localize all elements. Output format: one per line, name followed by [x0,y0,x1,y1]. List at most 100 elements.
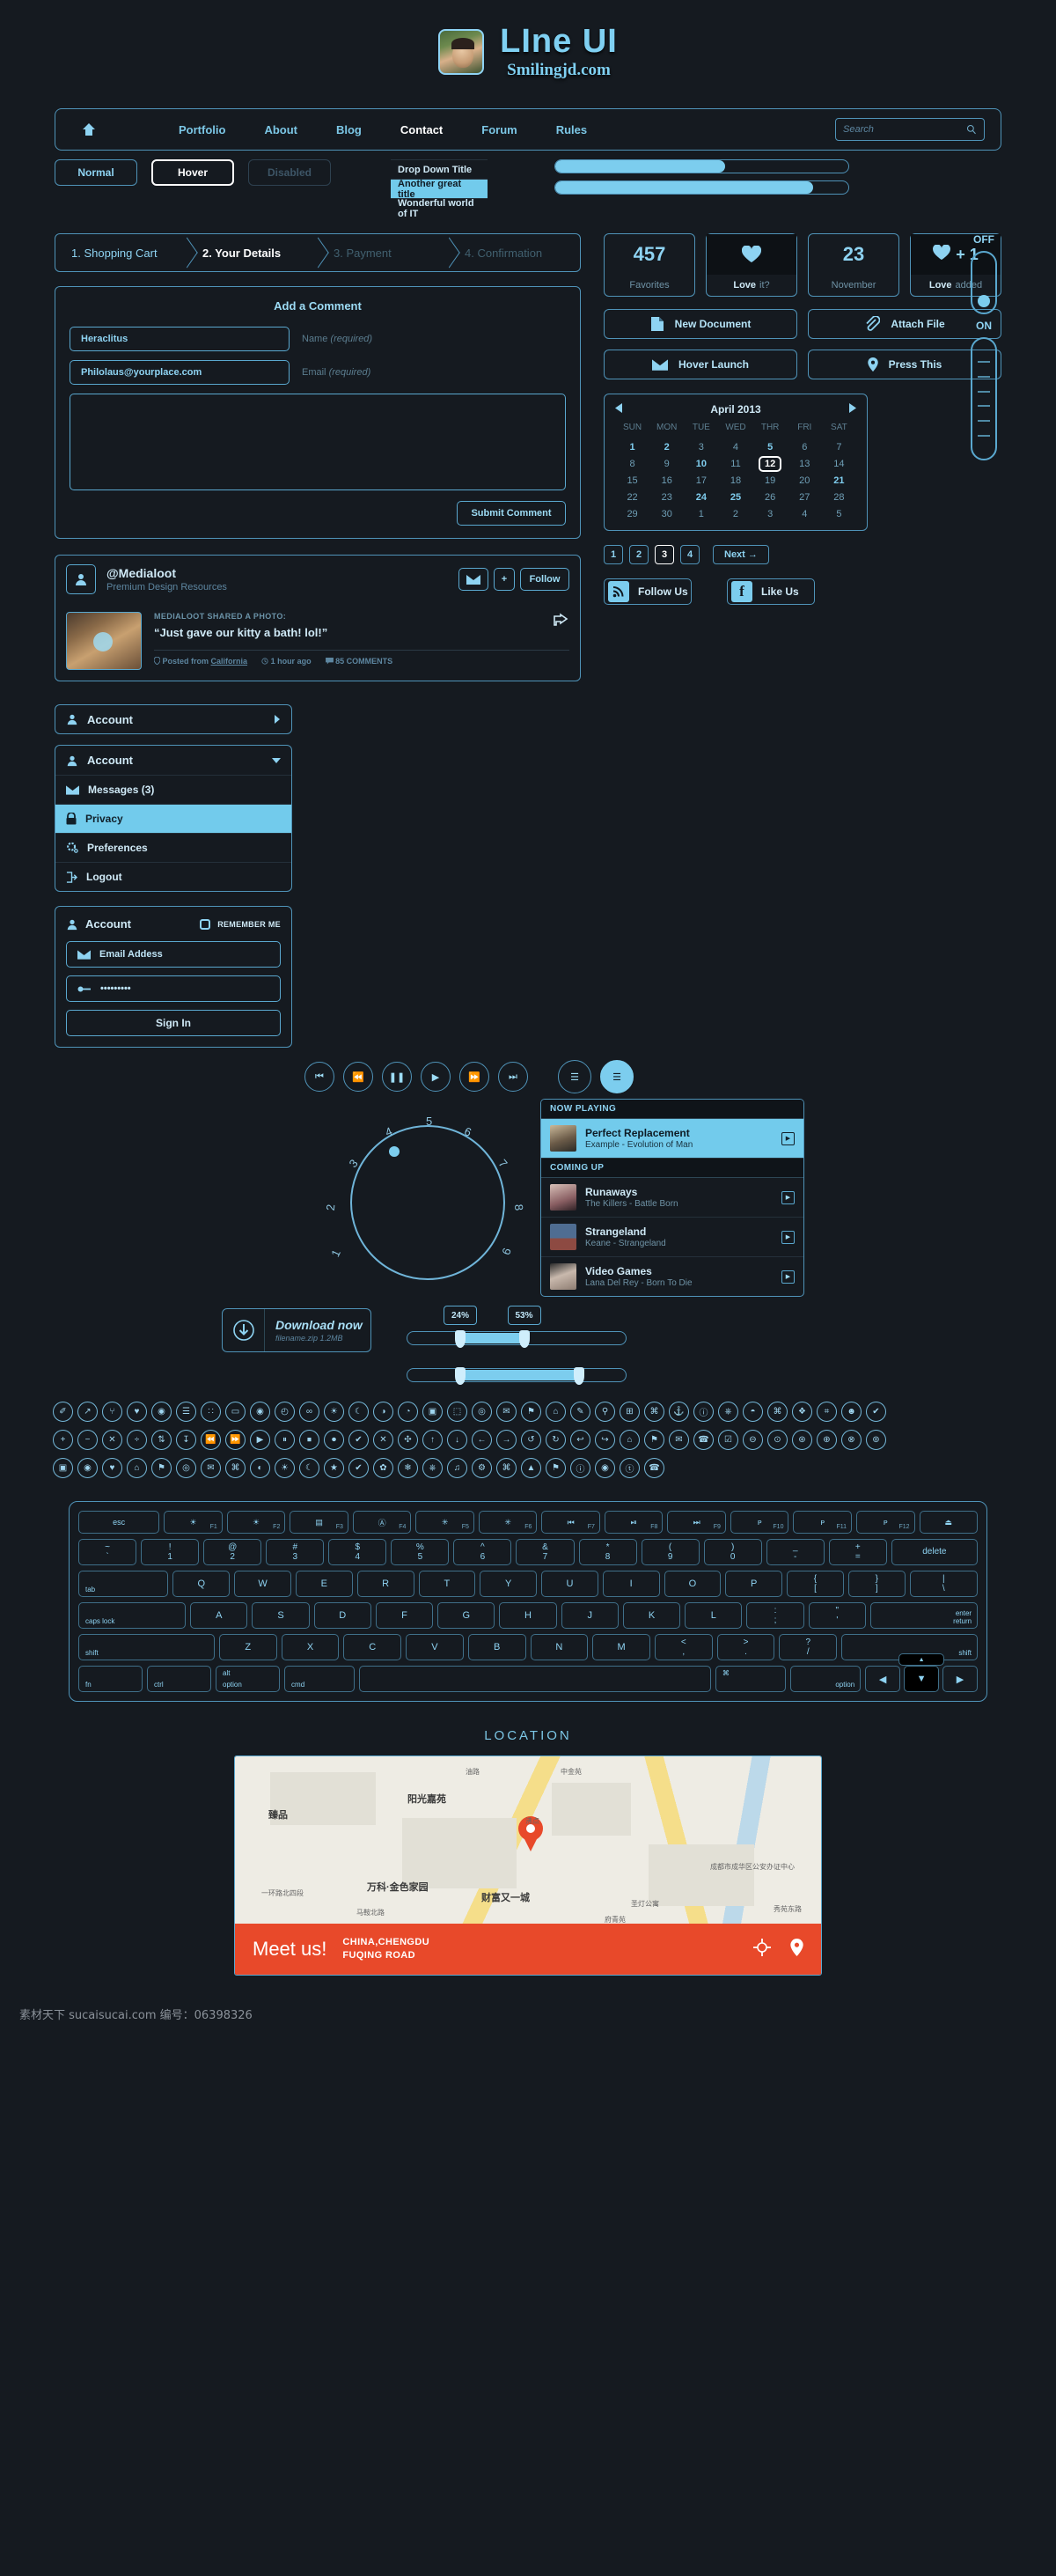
calendar-day[interactable]: 27 [788,492,822,503]
calendar-day[interactable]: 19 [753,475,788,486]
key-[interactable]: {[ [787,1571,844,1597]
library-icon-1-8[interactable]: ▶ [250,1430,270,1450]
key-[interactable]: ⏏ [919,1511,979,1534]
home-icon[interactable] [71,122,106,136]
playlist-row[interactable]: Runaways The Killers - Battle Born ▶ [541,1178,803,1218]
key-q[interactable]: Q [172,1571,231,1597]
key-s[interactable]: S [252,1602,310,1629]
calendar-prev-button[interactable] [615,403,623,416]
key-f[interactable]: F [375,1602,434,1629]
search-input[interactable]: Search [835,118,985,141]
library-icon-2-12[interactable]: ✔ [348,1458,369,1478]
library-icon-2-4[interactable]: ⚑ [151,1458,172,1478]
calendar-day[interactable]: 6 [788,442,822,453]
range-slider-1[interactable]: 24% 53% [407,1306,627,1348]
menu-item-messages[interactable]: Messages (3) [55,775,291,804]
account-menu-collapsed[interactable]: Account [55,704,292,734]
calendar-day[interactable]: 10 [684,459,718,469]
library-icon-2-18[interactable]: ⌘ [496,1458,517,1478]
dropdown-menu[interactable]: Drop Down Title Another great title Wond… [391,159,488,219]
key-r[interactable]: R [356,1571,414,1597]
calendar-day[interactable]: 18 [718,475,752,486]
library-icon-2-0[interactable]: ▣ [53,1458,73,1478]
library-icon-0-18[interactable]: ✉ [496,1402,517,1422]
library-icon-1-16[interactable]: ↓ [447,1430,467,1450]
library-icon-0-17[interactable]: ◎ [472,1402,492,1422]
library-icon-2-3[interactable]: ⌂ [127,1458,147,1478]
normal-button[interactable]: Normal [55,159,137,186]
library-icon-2-24[interactable]: ☎ [644,1458,664,1478]
key-[interactable]: }] [847,1571,906,1597]
key-[interactable]: ? / [779,1634,838,1660]
library-icon-0-14[interactable]: ◔ [398,1402,418,1422]
list-icon[interactable]: ☰ [558,1060,591,1093]
library-icon-1-1[interactable]: − [77,1430,98,1450]
calendar-day[interactable]: 20 [788,475,822,486]
key-k[interactable]: K [622,1602,681,1629]
key-i[interactable]: I [602,1571,660,1597]
play-icon[interactable]: ▶ [781,1230,795,1244]
key-ctrl[interactable]: ctrl [147,1666,212,1692]
download-button[interactable]: Download now filename.zip 1.2MB [222,1308,371,1352]
library-icon-0-33[interactable]: ✔ [866,1402,886,1422]
calendar-day[interactable]: 12 [753,456,788,472]
toggle-knob[interactable] [978,295,990,307]
library-icon-0-13[interactable]: ◑ [373,1402,393,1422]
library-icon-0-2[interactable]: ⑂ [102,1402,122,1422]
key-o[interactable]: O [664,1571,722,1597]
library-icon-1-13[interactable]: ✕ [373,1430,393,1450]
library-icon-0-23[interactable]: ⊞ [620,1402,640,1422]
calendar-day[interactable]: 1 [615,442,649,453]
library-icon-1-31[interactable]: ⊕ [817,1430,837,1450]
library-icon-2-17[interactable]: ⚙ [472,1458,492,1478]
library-icon-0-22[interactable]: ⚲ [595,1402,615,1422]
nav-item-about[interactable]: About [245,123,317,136]
calendar-day[interactable]: 3 [753,509,788,519]
page-3[interactable]: 3 [655,545,674,564]
key-6[interactable]: ^ 6 [453,1539,512,1565]
calendar-day[interactable]: 4 [718,442,752,453]
slider-handle-right[interactable] [574,1367,584,1385]
skip-back-button[interactable]: ⏮ [304,1062,334,1092]
menu-item-privacy[interactable]: Privacy [55,804,291,833]
toggle-switch[interactable] [971,251,997,314]
new-document-button[interactable]: New Document [604,309,797,339]
key-x[interactable]: X [281,1634,340,1660]
key-z[interactable]: Z [218,1634,277,1660]
menu-item-preferences[interactable]: Preferences [55,833,291,862]
library-icon-1-14[interactable]: ✣ [398,1430,418,1450]
calendar-day[interactable]: 30 [649,509,684,519]
key-p[interactable]: P [725,1571,783,1597]
rewind-button[interactable]: ⏪ [343,1062,373,1092]
calendar-day[interactable]: 1 [684,509,718,519]
library-icon-2-14[interactable]: ❄ [398,1458,418,1478]
calendar-day[interactable]: 16 [649,475,684,486]
key-j[interactable]: J [561,1602,619,1629]
library-icon-1-20[interactable]: ↻ [546,1430,566,1450]
library-icon-0-28[interactable]: ◓ [743,1402,763,1422]
hover-button[interactable]: Hover [151,159,234,186]
nav-item-blog[interactable]: Blog [317,123,381,136]
vertical-slider[interactable] [971,337,997,460]
library-icon-0-27[interactable]: ⎈ [718,1402,738,1422]
library-icon-1-10[interactable]: ⏹ [299,1430,319,1450]
key-w[interactable]: W [234,1571,291,1597]
skip-forward-button[interactable]: ⏭ [498,1062,528,1092]
calendar-day[interactable]: 11 [718,459,752,469]
key-[interactable]: ✳ F6 [478,1511,538,1534]
library-icon-2-7[interactable]: ⌘ [225,1458,246,1478]
playlist-row-now[interactable]: Perfect Replacement Example - Evolution … [541,1119,803,1159]
dropdown-item-1[interactable]: Another great title [391,179,488,200]
library-icon-1-28[interactable]: ⊖ [743,1430,763,1450]
key-3[interactable]: #3 [266,1539,325,1565]
library-icon-1-30[interactable]: ⊛ [792,1430,812,1450]
library-icon-1-32[interactable]: ⊗ [841,1430,862,1450]
calendar-day[interactable]: 15 [615,475,649,486]
add-button[interactable]: + [494,568,515,591]
playlist-row[interactable]: Video Games Lana Del Rey - Born To Die ▶ [541,1257,803,1296]
key-enter-return[interactable]: enter return [869,1602,979,1629]
email-field[interactable]: Email Addess [66,941,281,968]
nav-item-rules[interactable]: Rules [537,123,606,136]
stat-love-it[interactable]: Love it? [706,233,797,297]
library-icon-1-29[interactable]: ⊙ [767,1430,788,1450]
